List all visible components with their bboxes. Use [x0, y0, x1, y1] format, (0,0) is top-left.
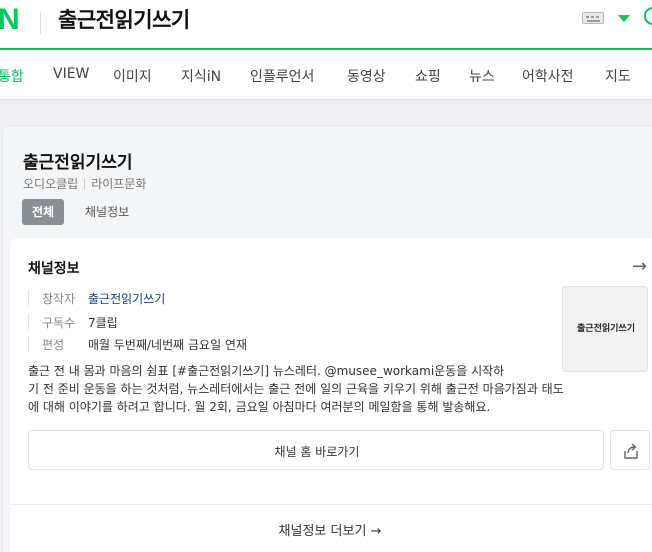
share-button[interactable] — [610, 430, 650, 470]
tab-images[interactable]: 이미지 — [113, 66, 152, 86]
chevron-down-icon[interactable] — [618, 15, 630, 22]
search-header: N 출근전읽기쓰기 — [0, 0, 652, 48]
channel-meta: 오디오클립 라이프문화 — [23, 175, 146, 192]
info-key: 구독수 — [42, 316, 76, 330]
info-row-subscribers: 구독수 7클립 — [28, 314, 118, 331]
channel-home-label: 채널 홈 바로가기 — [274, 445, 360, 459]
meta-category: 오디오클립 — [23, 177, 79, 191]
info-value: 7클립 — [88, 316, 118, 330]
creator-link[interactable]: 출근전읽기쓰기 — [88, 292, 165, 306]
tab-shopping[interactable]: 쇼핑 — [415, 66, 441, 86]
channel-description: 출근 전 내 몸과 마음의 쉼표 [#출근전읽기쓰기] 뉴스레터. @musee… — [28, 362, 652, 416]
channel-info-more-link[interactable]: 채널정보 더보기 → — [10, 520, 650, 539]
keyboard-icon[interactable] — [582, 12, 604, 24]
tab-video[interactable]: 동영상 — [347, 66, 386, 86]
channel-info-box: 채널정보 → 창작자 출근전읽기쓰기 구독수 7클립 편성 매월 두번째/네번째 금요… — [10, 238, 652, 552]
share-icon — [624, 443, 638, 459]
naver-logo[interactable]: N — [0, 3, 20, 37]
tab-influencer[interactable]: 인플루언서 — [250, 66, 314, 86]
tab-map[interactable]: 지도 — [605, 66, 631, 86]
channel-title[interactable]: 출근전읽기쓰기 — [23, 148, 132, 173]
search-tabs: 통합 VIEW 이미지 지식iN 인플루언서 동영상 쇼핑 뉴스 어학사전 지도 — [0, 50, 652, 100]
tab-dictionary[interactable]: 어학사전 — [522, 66, 574, 86]
meta-divider — [84, 179, 86, 189]
tab-knowledge-in[interactable]: 지식iN — [181, 66, 221, 86]
channel-home-button[interactable]: 채널 홈 바로가기 — [28, 430, 604, 470]
chip-all[interactable]: 전체 — [22, 199, 65, 225]
info-key: 편성 — [42, 338, 65, 352]
tab-all[interactable]: 통합 — [0, 66, 24, 86]
divider — [10, 504, 652, 505]
channel-info-title: 채널정보 — [28, 261, 80, 277]
search-icon[interactable] — [644, 7, 652, 25]
tab-news[interactable]: 뉴스 — [469, 66, 495, 86]
info-key: 창작자 — [42, 292, 76, 306]
info-row-schedule: 편성 매월 두번째/네번째 금요일 연재 — [28, 336, 247, 353]
info-row-creator: 창작자 출근전읽기쓰기 — [28, 290, 165, 307]
meta-genre: 라이프문화 — [91, 177, 147, 191]
description-line: 출근 전 내 몸과 마음의 쉼표 [#출근전읽기쓰기] 뉴스레터. @musee… — [28, 364, 505, 378]
thumbnail-text: 출근전읽기쓰기 — [577, 324, 635, 334]
tab-view[interactable]: VIEW — [53, 66, 89, 82]
info-value: 매월 두번째/네번째 금요일 연재 — [88, 338, 248, 352]
header-divider — [40, 12, 41, 34]
chip-channel-info[interactable]: 채널정보 — [75, 199, 139, 225]
description-line: 기 전 준비 운동을 하는 것처럼, 뉴스레터에서는 출근 전에 일의 근육을 … — [28, 382, 564, 396]
description-line: 에 대해 이야기를 하려고 합니다. 월 2회, 금요일 아침마다 여러분의 메… — [28, 400, 491, 414]
search-query[interactable]: 출근전읽기쓰기 — [58, 4, 190, 34]
arrow-right-icon[interactable]: → — [632, 256, 647, 277]
channel-thumbnail[interactable]: 출근전읽기쓰기 — [562, 286, 648, 372]
